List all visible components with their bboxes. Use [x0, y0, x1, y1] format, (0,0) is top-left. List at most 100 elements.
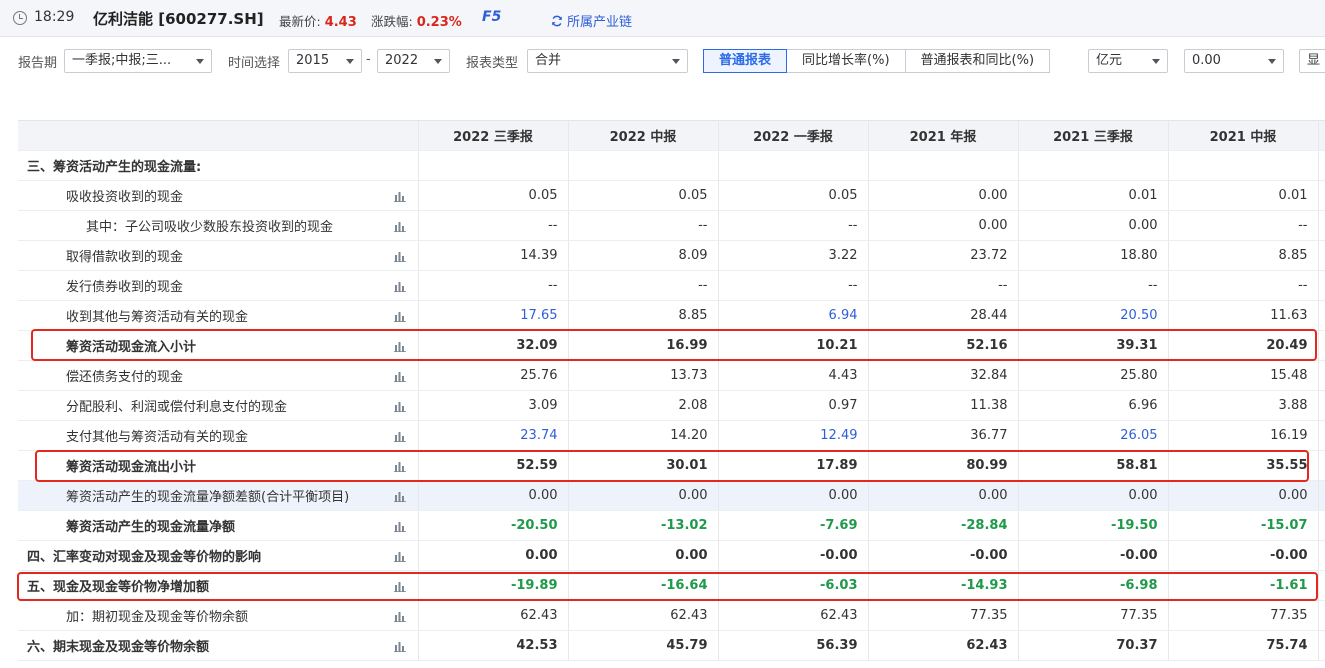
refresh-chain-icon: [552, 15, 562, 26]
period-select[interactable]: 一季报;中报;三...: [64, 49, 212, 73]
bar-chart-icon[interactable]: [393, 520, 406, 532]
report-type-label: 报表类型: [466, 56, 519, 71]
bar-chart-icon[interactable]: [393, 190, 406, 202]
bar-chart-icon[interactable]: [393, 340, 406, 352]
table-cell: -7.69: [718, 510, 869, 541]
table-cell-overflow: [1318, 180, 1325, 211]
table-row[interactable]: 三、筹资活动产生的现金流量:: [18, 150, 1325, 181]
table-row[interactable]: 偿还债务支付的现金 25.76 13.73 4.43 32.84 25.80 15.48: [18, 360, 1325, 391]
table-cell: -6.98: [1018, 570, 1169, 601]
stock-name[interactable]: 亿利洁能 [600277.SH]: [93, 8, 264, 29]
table-cell: 25.80: [1018, 360, 1169, 391]
table-cell-overflow: [1318, 540, 1325, 571]
row-item-label: 发行债券收到的现金: [66, 280, 184, 295]
bar-chart-icon[interactable]: [393, 280, 406, 292]
table-cell: --: [1168, 270, 1319, 301]
bar-chart-icon[interactable]: [393, 580, 406, 592]
table-row[interactable]: 筹资活动现金流入小计 32.09 16.99 10.21 52.16 39.31 20.49: [18, 330, 1325, 361]
report-type-select[interactable]: 合并: [527, 49, 688, 73]
range-dash: -: [366, 52, 371, 67]
row-item-name: 发行债券收到的现金: [18, 270, 419, 301]
table-row[interactable]: 分配股利、利润或偿付利息支付的现金 3.09 2.08 0.97 11.38 6.96 3.…: [18, 390, 1325, 421]
row-item-name: 四、汇率变动对现金及现金等价物的影响: [18, 540, 419, 571]
price-change-value: 0.23%: [416, 15, 462, 30]
table-row[interactable]: 发行债券收到的现金 -- -- -- -- -- --: [18, 270, 1325, 301]
row-item-label: 四、汇率变动对现金及现金等价物的影响: [27, 550, 262, 565]
bar-chart-icon[interactable]: [393, 400, 406, 412]
table-row[interactable]: 五、现金及现金等价物净增加额 -19.89 -16.64 -6.03 -14.93 -6.…: [18, 570, 1325, 601]
row-item-name: 筹资活动现金流出小计: [18, 450, 419, 481]
bar-chart-icon[interactable]: [393, 550, 406, 562]
row-item-label: 筹资活动现金流出小计: [66, 460, 197, 475]
display-select[interactable]: 显: [1299, 49, 1325, 73]
year-from-select[interactable]: 2015: [288, 49, 362, 73]
quote-header: 18:29 亿利洁能 [600277.SH] 最新价: 4.43 涨跌幅: 0.…: [0, 0, 1325, 37]
table-cell: 6.96: [1018, 390, 1169, 421]
table-cell: -6.03: [718, 570, 869, 601]
table-cell: 70.37: [1018, 630, 1169, 661]
table-row[interactable]: 支付其他与筹资活动有关的现金 23.74 14.20 12.49 36.77 26.05 1…: [18, 420, 1325, 451]
table-cell: --: [418, 210, 569, 241]
header-period[interactable]: 2021 三季报: [1018, 120, 1169, 151]
table-row[interactable]: 六、期末现金及现金等价物余额 42.53 45.79 56.39 62.43 70.37 7…: [18, 630, 1325, 661]
f5-button[interactable]: F5: [482, 9, 501, 25]
table-cell: -19.89: [418, 570, 569, 601]
table-cell-overflow: [1318, 420, 1325, 451]
unit-select[interactable]: 亿元: [1088, 49, 1168, 73]
year-from-value: 2015: [296, 53, 330, 68]
decimal-value: 0.00: [1192, 53, 1221, 68]
row-item-label: 分配股利、利润或偿付利息支付的现金: [66, 400, 288, 415]
table-cell: 16.19: [1168, 420, 1319, 451]
header-period[interactable]: 2022 一季报: [718, 120, 869, 151]
table-cell: -28.84: [868, 510, 1019, 541]
table-cell: 0.97: [718, 390, 869, 421]
table-cell-overflow: [1318, 390, 1325, 421]
table-cell: 8.85: [1168, 240, 1319, 271]
bar-chart-icon[interactable]: [393, 640, 406, 652]
bar-chart-icon[interactable]: [393, 310, 406, 322]
table-row[interactable]: 取得借款收到的现金 14.39 8.09 3.22 23.72 18.80 8.85: [18, 240, 1325, 271]
table-row[interactable]: 筹资活动产生的现金流量净额 -20.50 -13.02 -7.69 -28.84 -19.…: [18, 510, 1325, 541]
row-item-label: 取得借款收到的现金: [66, 250, 184, 265]
decimal-select[interactable]: 0.00: [1184, 49, 1284, 73]
table-row[interactable]: 吸收投资收到的现金 0.05 0.05 0.05 0.00 0.01 0.01: [18, 180, 1325, 211]
tab-yoy-growth[interactable]: 同比增长率(%): [786, 49, 906, 73]
table-row[interactable]: 其中：子公司吸收少数股东投资收到的现金 -- -- -- 0.00 0.00 --: [18, 210, 1325, 241]
table-row[interactable]: 四、汇率变动对现金及现金等价物的影响 0.00 0.00 -0.00 -0.00 -0.0…: [18, 540, 1325, 571]
table-cell: -0.00: [1018, 540, 1169, 571]
year-to-select[interactable]: 2022: [377, 49, 450, 73]
table-cell: 10.21: [718, 330, 869, 361]
header-period[interactable]: 2021 年报: [868, 120, 1019, 151]
table-row[interactable]: 收到其他与筹资活动有关的现金 17.65 8.85 6.94 28.44 20.50 11.…: [18, 300, 1325, 331]
table-cell: 62.43: [718, 600, 869, 631]
bar-chart-icon[interactable]: [393, 430, 406, 442]
filter-bar: 报告期 一季报;中报;三... 时间选择 2015 - 2022 报表类型 合并…: [0, 37, 1325, 85]
table-cell: 0.05: [718, 180, 869, 211]
bar-chart-icon[interactable]: [393, 460, 406, 472]
header-period[interactable]: 2021 中报: [1168, 120, 1319, 151]
tab-normal-report[interactable]: 普通报表: [703, 49, 788, 73]
bar-chart-icon[interactable]: [393, 610, 406, 622]
table-cell-overflow: [1318, 330, 1325, 361]
tab-normal-and-yoy[interactable]: 普通报表和同比(%): [904, 49, 1051, 73]
header-period[interactable]: 2022 中报: [568, 120, 719, 151]
chevron-down-icon: [672, 59, 680, 64]
bar-chart-icon[interactable]: [393, 250, 406, 262]
table-cell: 23.74: [418, 420, 569, 451]
row-item-name: 筹资活动产生的现金流量净额: [18, 510, 419, 541]
table-row[interactable]: 加：期初现金及现金等价物余额 62.43 62.43 62.43 77.35 77.35 7…: [18, 600, 1325, 631]
bar-chart-icon[interactable]: [393, 220, 406, 232]
industry-chain-link[interactable]: 所属产业链: [551, 11, 632, 30]
table-row[interactable]: 筹资活动产生的现金流量净额差额(合计平衡项目) 0.00 0.00 0.00 0.00 0…: [18, 480, 1325, 511]
table-cell: 0.01: [1018, 180, 1169, 211]
clock-icon: [13, 11, 27, 25]
table-cell: -15.07: [1168, 510, 1319, 541]
header-period[interactable]: 2022 三季报: [418, 120, 569, 151]
table-cell: 32.84: [868, 360, 1019, 391]
bar-chart-icon[interactable]: [393, 490, 406, 502]
table-cell: 35.55: [1168, 450, 1319, 481]
table-cell: 2.08: [568, 390, 719, 421]
bar-chart-icon[interactable]: [393, 370, 406, 382]
table-row[interactable]: 筹资活动现金流出小计 52.59 30.01 17.89 80.99 58.81 35.55: [18, 450, 1325, 481]
table-cell: 8.09: [568, 240, 719, 271]
